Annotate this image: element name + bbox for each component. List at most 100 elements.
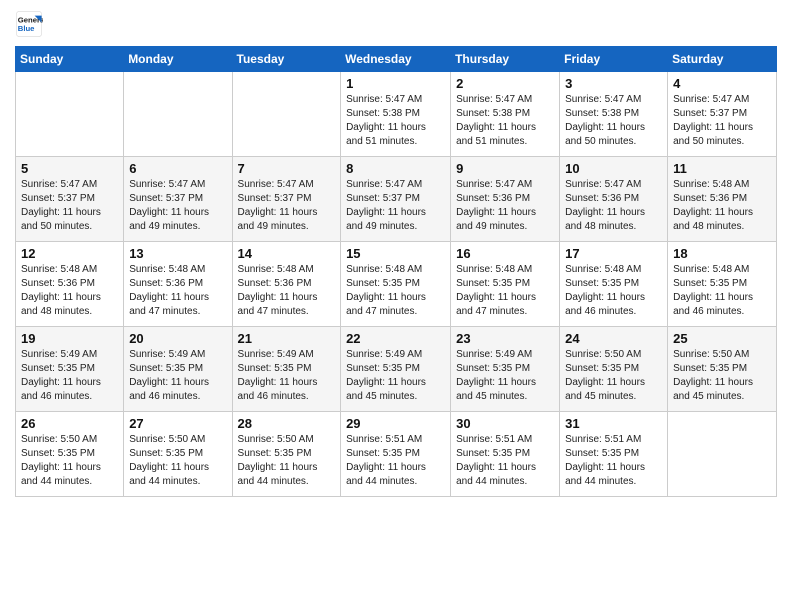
day-number: 25 [673,331,771,346]
day-number: 18 [673,246,771,261]
day-number: 14 [238,246,336,261]
day-info: Sunrise: 5:49 AM Sunset: 5:35 PM Dayligh… [21,348,118,404]
calendar-cell: 31 Sunrise: 5:51 AM Sunset: 5:35 PM Dayli… [560,412,668,497]
weekday-header-sunday: Sunday [16,47,124,72]
calendar-table: SundayMondayTuesdayWednesdayThursdayFrid… [15,46,777,497]
day-info: Sunrise: 5:48 AM Sunset: 5:36 PM Dayligh… [21,263,118,319]
calendar-cell: 6 Sunrise: 5:47 AM Sunset: 5:37 PM Daylig… [124,157,232,242]
calendar-cell: 23Sunrise: 5:49 AM Sunset: 5:35 PM Dayli… [451,327,560,412]
day-info: Sunrise: 5:51 AM Sunset: 5:35 PM Dayligh… [565,433,662,489]
day-number: 17 [565,246,662,261]
svg-text:Blue: Blue [18,24,35,33]
day-number: 4 [673,76,771,91]
day-info: Sunrise: 5:47 AM Sunset: 5:36 PM Dayligh… [565,178,662,234]
calendar-week-row: 26 Sunrise: 5:50 AM Sunset: 5:35 PM Dayli… [16,412,777,497]
calendar-cell: 3 Sunrise: 5:47 AM Sunset: 5:38 PM Daylig… [560,72,668,157]
day-info: Sunrise: 5:48 AM Sunset: 5:35 PM Dayligh… [346,263,445,319]
day-number: 3 [565,76,662,91]
day-number: 5 [21,161,118,176]
day-info: Sunrise: 5:48 AM Sunset: 5:35 PM Dayligh… [673,263,771,319]
day-number: 24 [565,331,662,346]
calendar-cell: 15Sunrise: 5:48 AM Sunset: 5:35 PM Dayli… [341,242,451,327]
calendar-cell: 25 Sunrise: 5:50 AM Sunset: 5:35 PM Dayli… [668,327,777,412]
day-number: 2 [456,76,554,91]
day-number: 6 [129,161,226,176]
day-number: 30 [456,416,554,431]
day-info: Sunrise: 5:47 AM Sunset: 5:37 PM Dayligh… [346,178,445,234]
day-number: 26 [21,416,118,431]
day-info: Sunrise: 5:50 AM Sunset: 5:35 PM Dayligh… [565,348,662,404]
day-number: 11 [673,161,771,176]
day-info: Sunrise: 5:51 AM Sunset: 5:35 PM Dayligh… [346,433,445,489]
calendar-cell: 17 Sunrise: 5:48 AM Sunset: 5:35 PM Dayli… [560,242,668,327]
calendar-cell [232,72,341,157]
page-header: General Blue [15,10,777,38]
calendar-week-row: 1 Sunrise: 5:47 AM Sunset: 5:38 PM Daylig… [16,72,777,157]
day-info: Sunrise: 5:47 AM Sunset: 5:37 PM Dayligh… [238,178,336,234]
day-info: Sunrise: 5:48 AM Sunset: 5:36 PM Dayligh… [673,178,771,234]
weekday-header-wednesday: Wednesday [341,47,451,72]
day-info: Sunrise: 5:50 AM Sunset: 5:35 PM Dayligh… [21,433,118,489]
calendar-cell: 16Sunrise: 5:48 AM Sunset: 5:35 PM Dayli… [451,242,560,327]
day-info: Sunrise: 5:49 AM Sunset: 5:35 PM Dayligh… [238,348,336,404]
day-info: Sunrise: 5:47 AM Sunset: 5:37 PM Dayligh… [673,93,771,149]
day-number: 20 [129,331,226,346]
calendar-cell: 2 Sunrise: 5:47 AM Sunset: 5:38 PM Daylig… [451,72,560,157]
day-number: 27 [129,416,226,431]
day-info: Sunrise: 5:47 AM Sunset: 5:38 PM Dayligh… [565,93,662,149]
calendar-cell: 24 Sunrise: 5:50 AM Sunset: 5:35 PM Dayli… [560,327,668,412]
weekday-header-saturday: Saturday [668,47,777,72]
day-info: Sunrise: 5:48 AM Sunset: 5:36 PM Dayligh… [129,263,226,319]
day-number: 9 [456,161,554,176]
calendar-cell: 26 Sunrise: 5:50 AM Sunset: 5:35 PM Dayli… [16,412,124,497]
day-info: Sunrise: 5:48 AM Sunset: 5:36 PM Dayligh… [238,263,336,319]
day-number: 28 [238,416,336,431]
calendar-cell: 1 Sunrise: 5:47 AM Sunset: 5:38 PM Daylig… [341,72,451,157]
calendar-cell: 22Sunrise: 5:49 AM Sunset: 5:35 PM Dayli… [341,327,451,412]
calendar-cell: 20 Sunrise: 5:49 AM Sunset: 5:35 PM Dayli… [124,327,232,412]
day-info: Sunrise: 5:48 AM Sunset: 5:35 PM Dayligh… [565,263,662,319]
calendar-cell: 27Sunrise: 5:50 AM Sunset: 5:35 PM Dayli… [124,412,232,497]
calendar-cell: 11 Sunrise: 5:48 AM Sunset: 5:36 PM Dayli… [668,157,777,242]
calendar-cell: 29 Sunrise: 5:51 AM Sunset: 5:35 PM Dayli… [341,412,451,497]
day-info: Sunrise: 5:47 AM Sunset: 5:38 PM Dayligh… [346,93,445,149]
calendar-cell: 8 Sunrise: 5:47 AM Sunset: 5:37 PM Daylig… [341,157,451,242]
calendar-cell [16,72,124,157]
day-number: 12 [21,246,118,261]
day-info: Sunrise: 5:47 AM Sunset: 5:36 PM Dayligh… [456,178,554,234]
day-info: Sunrise: 5:47 AM Sunset: 5:37 PM Dayligh… [129,178,226,234]
day-info: Sunrise: 5:47 AM Sunset: 5:38 PM Dayligh… [456,93,554,149]
day-info: Sunrise: 5:49 AM Sunset: 5:35 PM Dayligh… [129,348,226,404]
calendar-week-row: 12 Sunrise: 5:48 AM Sunset: 5:36 PM Dayli… [16,242,777,327]
calendar-cell: 7 Sunrise: 5:47 AM Sunset: 5:37 PM Daylig… [232,157,341,242]
logo-icon: General Blue [15,10,43,38]
day-info: Sunrise: 5:49 AM Sunset: 5:35 PM Dayligh… [456,348,554,404]
calendar-cell [124,72,232,157]
calendar-cell [668,412,777,497]
calendar-week-row: 5 Sunrise: 5:47 AM Sunset: 5:37 PM Daylig… [16,157,777,242]
calendar-cell: 30 Sunrise: 5:51 AM Sunset: 5:35 PM Dayli… [451,412,560,497]
calendar-cell: 14 Sunrise: 5:48 AM Sunset: 5:36 PM Dayli… [232,242,341,327]
logo: General Blue [15,10,47,38]
day-info: Sunrise: 5:51 AM Sunset: 5:35 PM Dayligh… [456,433,554,489]
calendar-cell: 28 Sunrise: 5:50 AM Sunset: 5:35 PM Dayli… [232,412,341,497]
day-number: 31 [565,416,662,431]
day-number: 22 [346,331,445,346]
calendar-cell: 10Sunrise: 5:47 AM Sunset: 5:36 PM Dayli… [560,157,668,242]
day-number: 21 [238,331,336,346]
day-number: 1 [346,76,445,91]
day-number: 7 [238,161,336,176]
calendar-cell: 21 Sunrise: 5:49 AM Sunset: 5:35 PM Dayli… [232,327,341,412]
calendar-cell: 12 Sunrise: 5:48 AM Sunset: 5:36 PM Dayli… [16,242,124,327]
day-info: Sunrise: 5:47 AM Sunset: 5:37 PM Dayligh… [21,178,118,234]
day-number: 29 [346,416,445,431]
day-info: Sunrise: 5:50 AM Sunset: 5:35 PM Dayligh… [238,433,336,489]
calendar-cell: 5 Sunrise: 5:47 AM Sunset: 5:37 PM Daylig… [16,157,124,242]
calendar-header-row: SundayMondayTuesdayWednesdayThursdayFrid… [16,47,777,72]
day-info: Sunrise: 5:50 AM Sunset: 5:35 PM Dayligh… [673,348,771,404]
calendar-cell: 9 Sunrise: 5:47 AM Sunset: 5:36 PM Daylig… [451,157,560,242]
day-number: 19 [21,331,118,346]
calendar-cell: 18 Sunrise: 5:48 AM Sunset: 5:35 PM Dayli… [668,242,777,327]
day-number: 8 [346,161,445,176]
calendar-week-row: 19 Sunrise: 5:49 AM Sunset: 5:35 PM Dayli… [16,327,777,412]
